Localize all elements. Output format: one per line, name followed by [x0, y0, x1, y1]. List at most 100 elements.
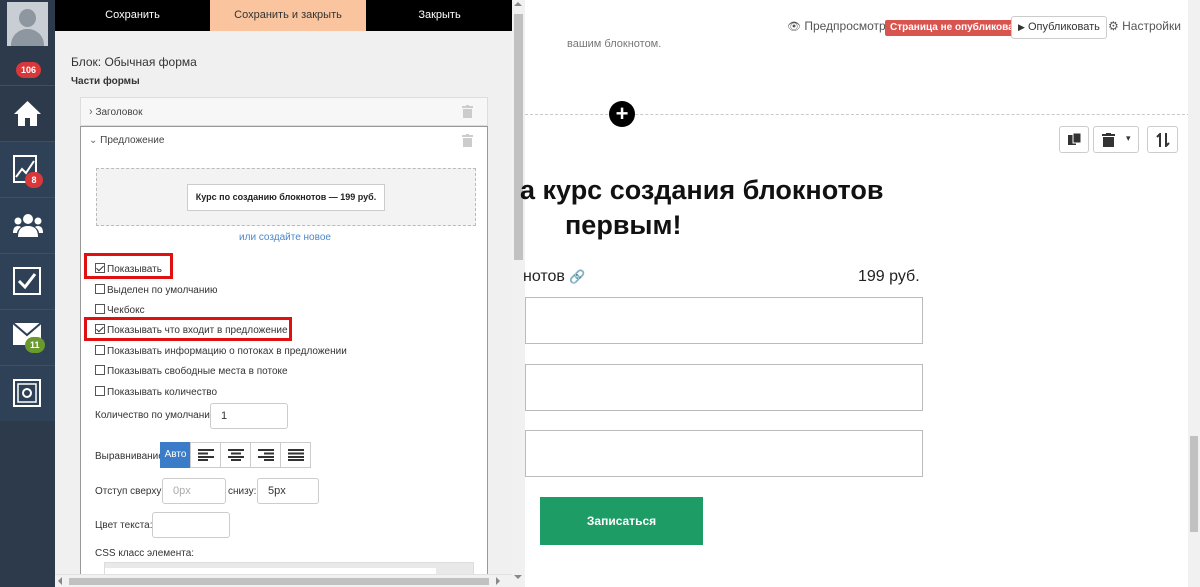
- offer-name: нотов 🔗: [523, 268, 586, 286]
- profile-area: 106: [0, 0, 55, 85]
- sort-icon: [1156, 133, 1170, 147]
- app-root: 106 8 11 Сохранить Сохранить и закрыть З…: [0, 0, 1200, 587]
- form-field-1[interactable]: [525, 297, 923, 344]
- create-new-offer-link[interactable]: или создайте новое: [81, 232, 489, 243]
- copy-icon: [1068, 133, 1082, 145]
- form-parts-heading: Части формы: [71, 76, 140, 87]
- settings-link[interactable]: ⚙ Настройки: [1108, 19, 1181, 33]
- default-quantity-input[interactable]: 1: [210, 403, 288, 429]
- scroll-left-icon[interactable]: [58, 577, 62, 585]
- checkbox-label: Выделен по умолчанию: [107, 285, 218, 296]
- stats-badge: 8: [25, 172, 43, 188]
- default-quantity-label: Количество по умолчанию: [95, 410, 218, 421]
- section-title-accordion[interactable]: › Заголовок: [80, 97, 488, 126]
- offer-price: 199 руб.: [858, 268, 920, 285]
- unpublished-badge: Страница не опубликована: [885, 20, 1031, 36]
- section-title-label: Заголовок: [95, 107, 143, 118]
- trash-icon[interactable]: [462, 105, 473, 118]
- preview-link[interactable]: 👁 Предпросмотр: [787, 19, 886, 33]
- mail-badge: 11: [25, 337, 45, 353]
- close-button[interactable]: Закрыть: [366, 0, 513, 31]
- submit-button[interactable]: Записаться: [540, 497, 703, 545]
- alignment-button-group: Авто: [160, 442, 311, 468]
- nav-item-home[interactable]: [0, 85, 55, 141]
- checkbox-box[interactable]: [95, 386, 105, 396]
- align-left-icon: [198, 449, 214, 461]
- notifications-badge[interactable]: 106: [16, 62, 42, 78]
- checkbox-checkbox-mode[interactable]: Чекбокс: [95, 304, 145, 316]
- vertical-scroll-thumb[interactable]: [514, 14, 523, 260]
- left-navigation: 106 8 11: [0, 0, 55, 587]
- tasks-icon: [13, 267, 41, 295]
- form-field-2[interactable]: [525, 364, 923, 411]
- checkbox-show-quantity[interactable]: Показывать количество: [95, 386, 217, 398]
- checkbox-default-selected[interactable]: Выделен по умолчанию: [95, 284, 217, 296]
- scroll-up-icon[interactable]: [514, 2, 522, 6]
- gear-icon: ⚙: [1108, 19, 1119, 33]
- avatar[interactable]: [7, 2, 48, 46]
- checkbox-label: Показывать количество: [107, 387, 218, 398]
- indent-top-label: Отступ сверху:: [95, 486, 165, 497]
- checkbox-box[interactable]: [95, 365, 105, 375]
- editor-toolbar: Сохранить Сохранить и закрыть Закрыть: [55, 0, 513, 31]
- page-preview: вашим блокнотом. 👁 Предпросмотр Страница…: [520, 0, 1200, 587]
- publish-button[interactable]: ▶ Опубликовать: [1011, 16, 1107, 39]
- scroll-down-icon[interactable]: [514, 575, 522, 579]
- form-field-3[interactable]: [525, 430, 923, 477]
- indent-bottom-label: снизу:: [228, 486, 257, 497]
- nav-item-stats[interactable]: 8: [0, 141, 55, 197]
- indent-top-input[interactable]: 0px: [162, 478, 226, 504]
- offer-select-button[interactable]: Курс по созданию блокнотов — 199 руб.: [187, 184, 385, 211]
- checkbox-box[interactable]: [95, 284, 105, 294]
- checkbox-box[interactable]: [95, 345, 105, 355]
- chevron-right-icon: ›: [89, 106, 93, 118]
- nav-item-users[interactable]: [0, 197, 55, 253]
- nav-item-mail[interactable]: 11: [0, 309, 55, 365]
- align-left-button[interactable]: [190, 442, 221, 468]
- trash-icon[interactable]: [462, 134, 473, 147]
- move-block-button[interactable]: [1147, 126, 1178, 153]
- eye-icon: 👁: [787, 21, 801, 33]
- checkbox-show-free-places[interactable]: Показывать свободные места в потоке: [95, 365, 288, 377]
- preview-scrollbar[interactable]: [1188, 0, 1200, 587]
- preview-scroll-thumb[interactable]: [1190, 436, 1198, 532]
- section-offer-header[interactable]: ⌄ Предложение: [89, 127, 164, 155]
- horizontal-scroll-thumb[interactable]: [69, 578, 489, 585]
- text-color-input[interactable]: [152, 512, 230, 538]
- text-color-label: Цвет текста:: [95, 520, 153, 531]
- align-auto-button[interactable]: Авто: [160, 442, 191, 468]
- form-heading-line1: а курс создания блокнотов: [520, 175, 884, 205]
- home-icon: [14, 101, 41, 126]
- css-class-label: CSS класс элемента:: [95, 548, 195, 559]
- delete-block-button[interactable]: ▾: [1093, 126, 1139, 153]
- vertical-scrollbar[interactable]: [512, 0, 525, 587]
- align-center-button[interactable]: [220, 442, 251, 468]
- nav-item-tasks[interactable]: [0, 253, 55, 309]
- section-title-header[interactable]: › Заголовок: [89, 98, 142, 126]
- indent-bottom-input[interactable]: 5px: [257, 478, 319, 504]
- checkbox-box[interactable]: [95, 304, 105, 314]
- nav-item-safe[interactable]: [0, 365, 55, 421]
- users-icon: [13, 214, 43, 237]
- preview-label: Предпросмотр: [804, 19, 886, 33]
- align-justify-button[interactable]: [280, 442, 311, 468]
- align-justify-icon: [288, 449, 304, 461]
- alignment-label: Выравнивание: [95, 451, 164, 462]
- save-and-close-button[interactable]: Сохранить и закрыть: [210, 0, 366, 31]
- previous-block-text: вашим блокнотом.: [567, 38, 662, 50]
- checkbox-label: Показывать информацию о потоках в предло…: [107, 346, 347, 357]
- caret-down-icon[interactable]: ▾: [1126, 133, 1131, 144]
- settings-label: Настройки: [1122, 19, 1181, 33]
- offer-drop-zone: Курс по созданию блокнотов — 199 руб.: [96, 168, 476, 226]
- add-block-button[interactable]: +: [609, 101, 635, 127]
- publish-label: Опубликовать: [1027, 21, 1100, 33]
- horizontal-scrollbar[interactable]: [55, 574, 512, 587]
- copy-block-button[interactable]: [1059, 126, 1089, 153]
- link-icon[interactable]: 🔗: [569, 269, 585, 284]
- form-heading-line2: первым!: [565, 210, 682, 240]
- align-right-button[interactable]: [250, 442, 281, 468]
- checkbox-show-streams[interactable]: Показывать информацию о потоках в предло…: [95, 345, 347, 357]
- save-button[interactable]: Сохранить: [55, 0, 210, 31]
- scroll-right-icon[interactable]: [496, 577, 500, 585]
- align-center-icon: [228, 449, 244, 461]
